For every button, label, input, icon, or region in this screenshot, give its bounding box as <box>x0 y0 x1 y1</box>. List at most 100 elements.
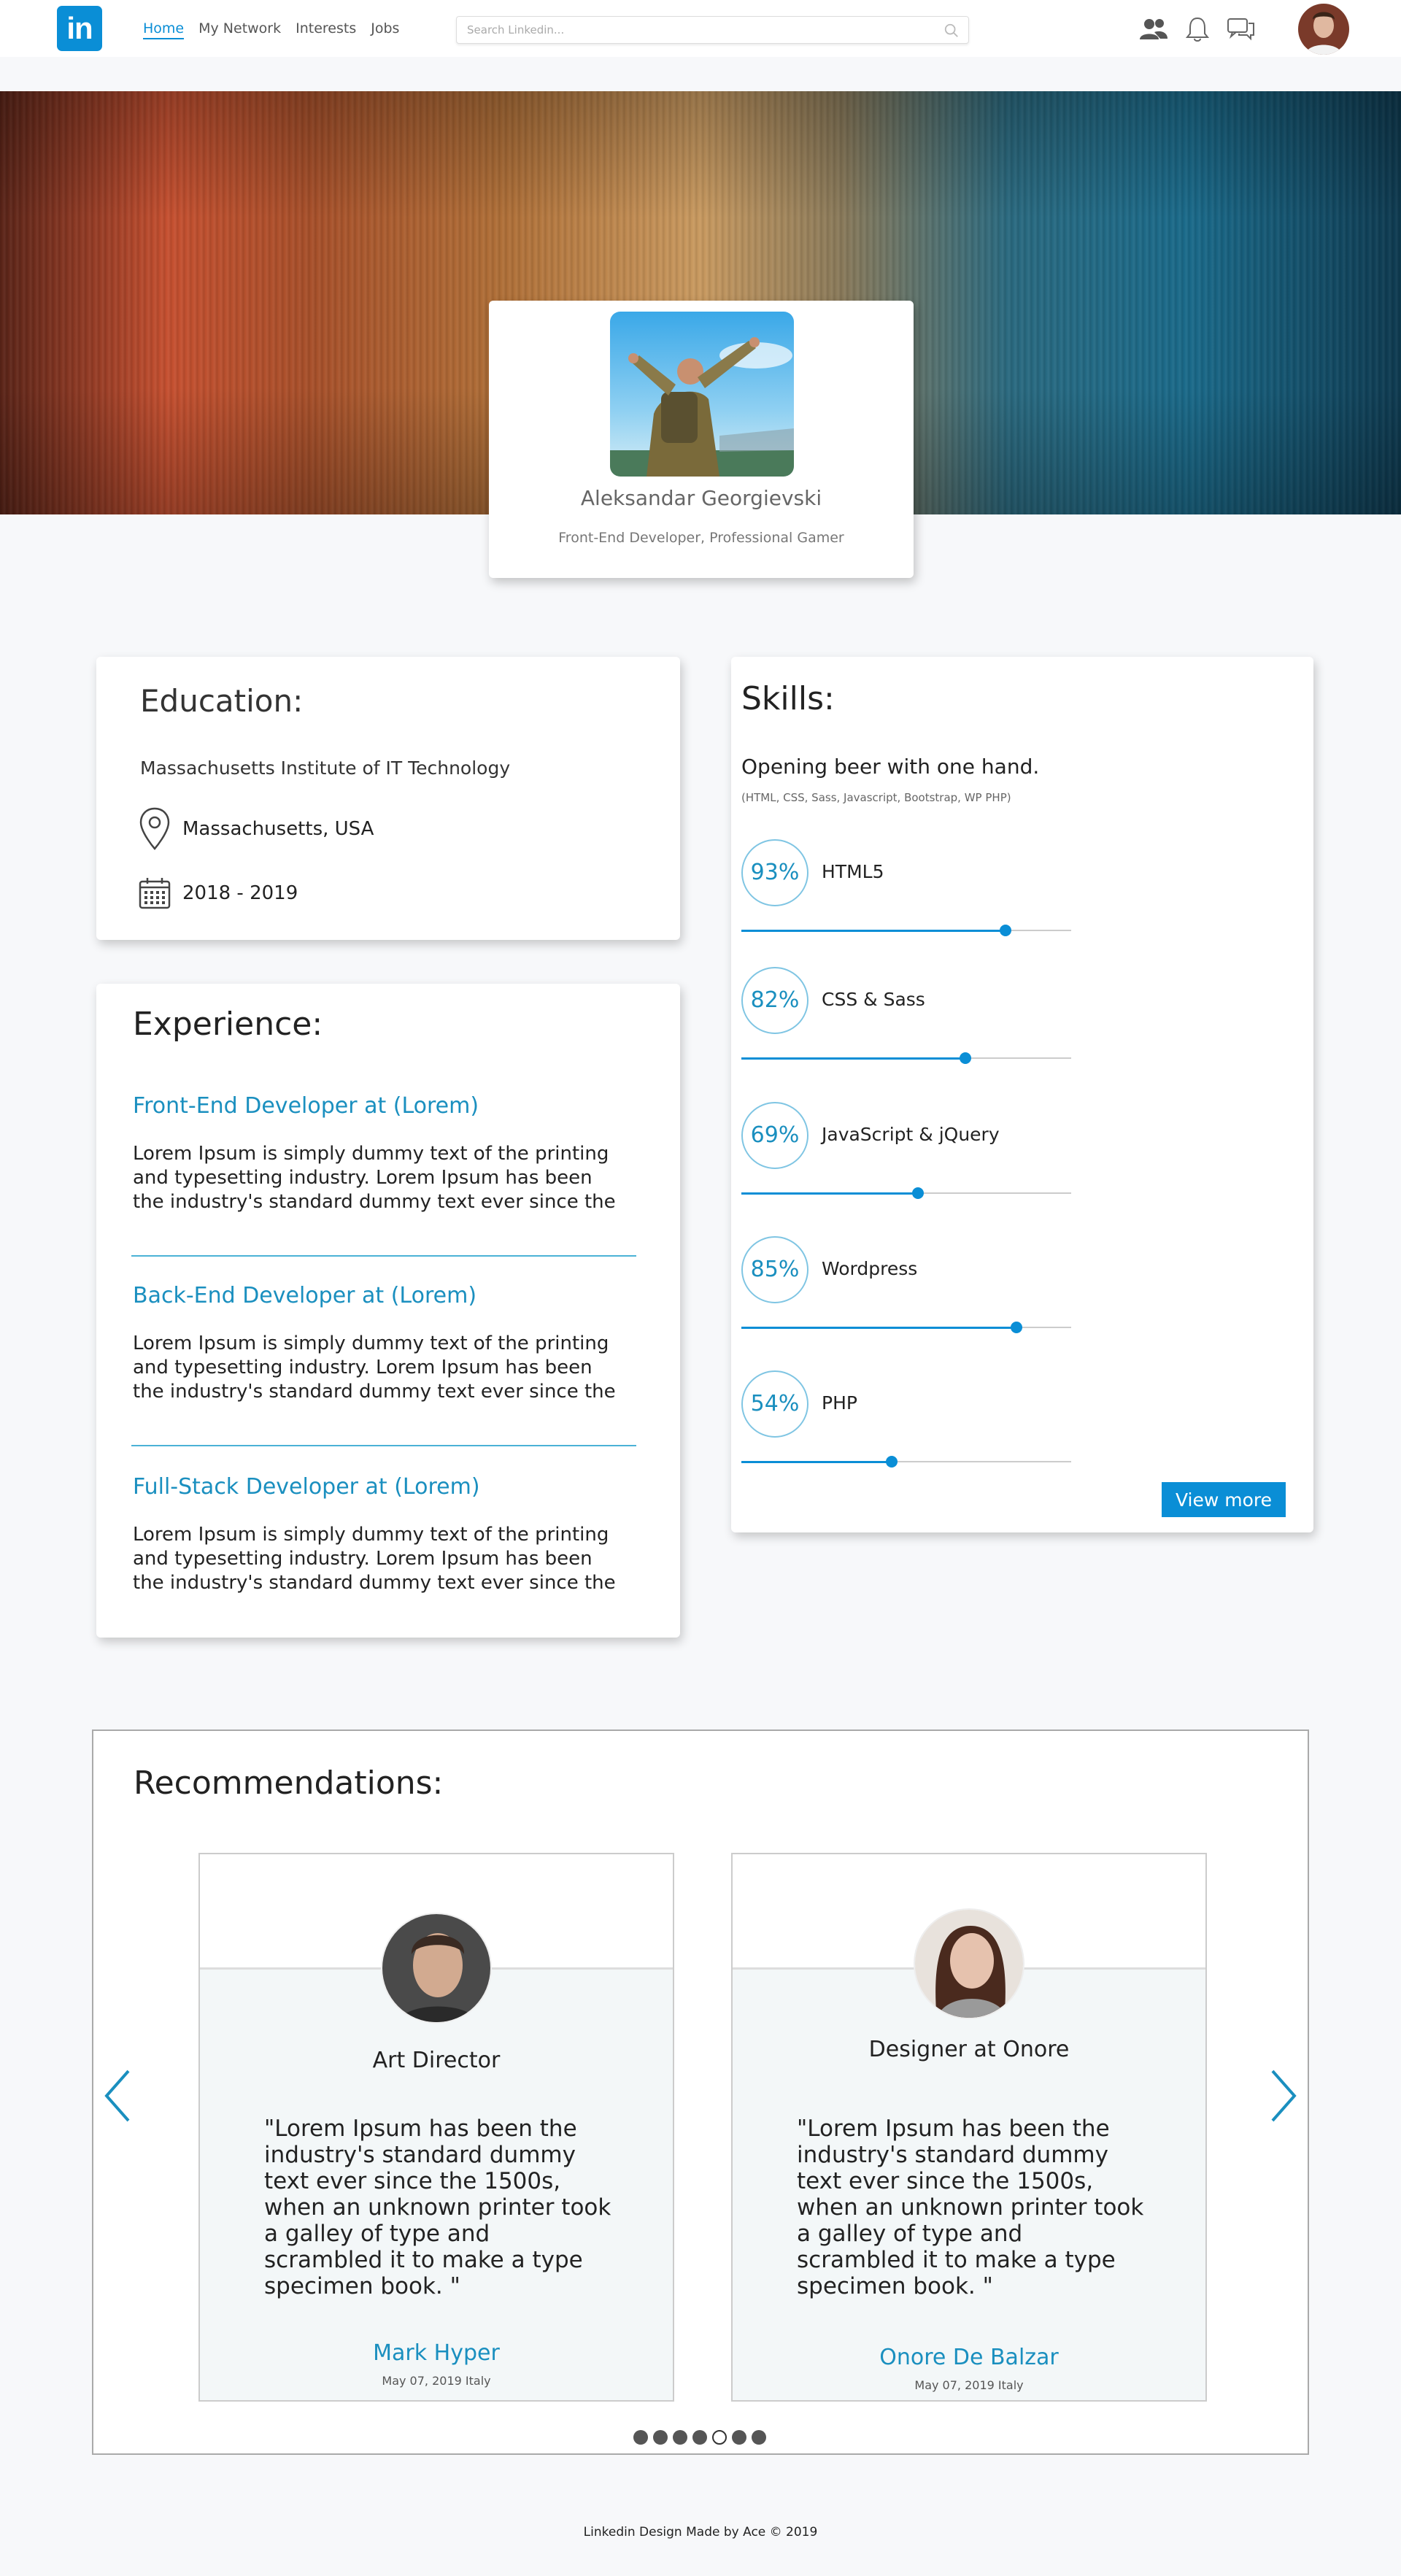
location-pin-icon <box>139 807 170 850</box>
search-bar <box>456 16 969 44</box>
skill-slider-fill <box>741 1192 918 1195</box>
job-description: Lorem Ipsum is simply dummy text of the … <box>133 1333 616 1403</box>
carousel-dot[interactable] <box>732 2430 746 2445</box>
skill-percent: 54% <box>741 1370 808 1438</box>
recommender-role: Designer at Onore <box>868 2037 1070 2062</box>
skill-slider[interactable] <box>741 1187 1071 1199</box>
recommender-avatar-image <box>915 1910 1023 2018</box>
skill-name: Wordpress <box>822 1258 918 1279</box>
recommendation-quote: "Lorem Ipsum has been the industry's sta… <box>264 2116 611 2299</box>
skill-slider-handle[interactable] <box>999 925 1011 936</box>
avatar-image <box>1298 4 1349 55</box>
skill-slider-handle[interactable] <box>885 1456 898 1468</box>
recommender-name-link[interactable]: Onore De Balzar <box>733 2345 1205 2370</box>
carousel-dot[interactable] <box>692 2430 707 2445</box>
education-dates: 2018 - 2019 <box>137 876 298 911</box>
carousel-dot[interactable] <box>752 2430 766 2445</box>
skill-slider-handle[interactable] <box>960 1052 972 1064</box>
bell-icon[interactable] <box>1182 15 1213 44</box>
skill-item: 85% Wordpress <box>741 1236 1071 1346</box>
carousel-dot[interactable] <box>653 2430 668 2445</box>
experience-heading: Experience: <box>133 1006 323 1043</box>
recommender-avatar[interactable] <box>914 1908 1024 2019</box>
recommendation-date: May 07, 2019 Italy <box>914 2378 1024 2392</box>
view-more-button[interactable]: View more <box>1162 1482 1286 1517</box>
job-title-link[interactable]: Full-Stack Developer at (Lorem) <box>133 1474 644 1500</box>
job-description: Lorem Ipsum is simply dummy text of the … <box>133 1524 616 1594</box>
carousel-next-arrow-icon[interactable] <box>1267 2067 1300 2125</box>
messages-icon[interactable] <box>1226 15 1257 44</box>
people-icon[interactable] <box>1138 15 1169 44</box>
recommender-name-link[interactable]: Mark Hyper <box>200 2340 673 2366</box>
skill-slider[interactable] <box>741 1322 1071 1333</box>
skill-slider[interactable] <box>741 1052 1071 1064</box>
top-navbar: in Home My Network Interests Jobs <box>0 0 1401 57</box>
recommender-avatar-image <box>382 1914 490 2022</box>
recommendations-section: Recommendations: Art Director "Lorem Ips… <box>92 1729 1309 2455</box>
skill-item: 82% CSS & Sass <box>741 967 1071 1076</box>
skills-heading: Skills: <box>741 680 835 717</box>
recommender-role: Art Director <box>372 2048 501 2073</box>
skill-slider[interactable] <box>741 925 1071 936</box>
profile-card: Aleksandar Georgievski Front-End Develop… <box>489 301 914 578</box>
carousel-dots <box>633 2430 766 2445</box>
recommendation-card: Art Director "Lorem Ipsum has been the i… <box>198 1853 674 2402</box>
linkedin-logo[interactable]: in <box>57 6 102 51</box>
skill-slider-handle[interactable] <box>1011 1322 1023 1333</box>
job-description: Lorem Ipsum is simply dummy text of the … <box>133 1143 616 1213</box>
education-heading: Education: <box>140 683 304 719</box>
carousel-dot[interactable] <box>633 2430 648 2445</box>
experience-item: Full-Stack Developer at (Lorem) Lorem Ip… <box>133 1474 644 1595</box>
skill-slider-handle[interactable] <box>911 1187 924 1199</box>
profile-photo[interactable] <box>610 312 794 477</box>
divider <box>131 1445 636 1446</box>
location-text: Massachusetts, USA <box>182 818 374 840</box>
profile-photo-image <box>610 312 794 477</box>
nav-icons <box>1138 15 1257 44</box>
nav-home[interactable]: Home <box>143 20 185 39</box>
nav-links: Home My Network Interests Jobs <box>143 20 414 39</box>
nav-jobs[interactable]: Jobs <box>371 20 399 39</box>
nav-interests[interactable]: Interests <box>296 20 356 39</box>
skill-item: 69% JavaScript & jQuery <box>741 1102 1071 1211</box>
nav-my-network[interactable]: My Network <box>198 20 281 39</box>
skill-percent: 82% <box>741 967 808 1034</box>
search-input[interactable] <box>457 17 924 43</box>
skill-percent: 69% <box>741 1102 808 1169</box>
recommender-avatar[interactable] <box>381 1913 492 2024</box>
skill-name: JavaScript & jQuery <box>822 1124 1000 1145</box>
education-card: Education: Massachusetts Institute of IT… <box>96 657 680 940</box>
footer-credit: Linkedin Design Made by Ace © 2019 <box>583 2525 818 2540</box>
recommendation-date: May 07, 2019 Italy <box>382 2374 491 2388</box>
job-title-link[interactable]: Front-End Developer at (Lorem) <box>133 1093 644 1119</box>
skill-item: 54% PHP <box>741 1370 1071 1480</box>
experience-card: Experience: Front-End Developer at (Lore… <box>96 984 680 1638</box>
experience-item: Front-End Developer at (Lorem) Lorem Ips… <box>133 1093 644 1214</box>
recommendation-card: Designer at Onore "Lorem Ipsum has been … <box>731 1853 1207 2402</box>
experience-item: Back-End Developer at (Lorem) Lorem Ipsu… <box>133 1283 644 1404</box>
carousel-dot[interactable] <box>712 2430 727 2445</box>
skill-name: CSS & Sass <box>822 989 925 1010</box>
calendar-icon <box>139 878 171 909</box>
skill-slider-fill <box>741 1327 1017 1329</box>
skill-slider-fill <box>741 1057 966 1060</box>
skill-slider[interactable] <box>741 1456 1071 1468</box>
years-text: 2018 - 2019 <box>182 882 298 904</box>
skill-name: HTML5 <box>822 861 884 882</box>
job-title-link[interactable]: Back-End Developer at (Lorem) <box>133 1283 644 1308</box>
recommendations-heading: Recommendations: <box>134 1765 444 1802</box>
education-location: Massachusetts, USA <box>137 806 374 852</box>
skill-item: 93% HTML5 <box>741 839 1071 949</box>
profile-name: Aleksandar Georgievski <box>580 486 822 510</box>
carousel-prev-arrow-icon[interactable] <box>101 2067 134 2125</box>
skill-slider-fill <box>741 1461 892 1463</box>
carousel-dot[interactable] <box>673 2430 687 2445</box>
divider <box>131 1255 636 1257</box>
skills-subtitle: (HTML, CSS, Sass, Javascript, Bootstrap,… <box>741 791 1011 804</box>
search-icon[interactable] <box>943 23 960 39</box>
user-avatar[interactable] <box>1298 4 1349 55</box>
skill-name: PHP <box>822 1392 857 1414</box>
skills-card: Skills: Opening beer with one hand. (HTM… <box>731 657 1313 1532</box>
skill-slider-fill <box>741 930 1006 932</box>
skill-percent: 85% <box>741 1236 808 1303</box>
